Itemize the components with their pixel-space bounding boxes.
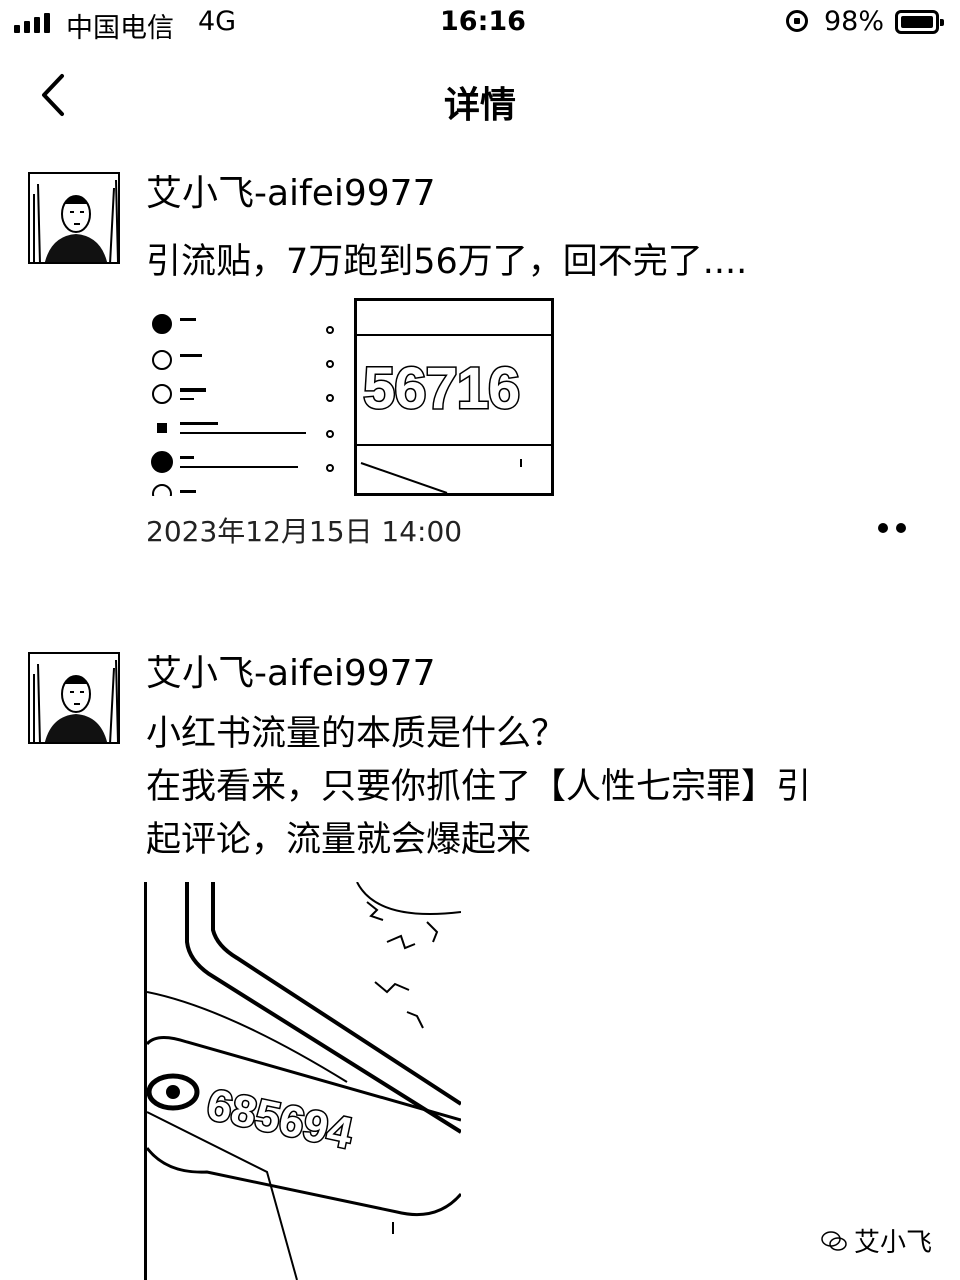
avatar[interactable]	[28, 172, 120, 264]
post-text-line: 起评论，流量就会爆起来	[146, 820, 532, 860]
battery-icon	[895, 10, 944, 34]
wechat-icon	[821, 1230, 847, 1251]
author-name[interactable]: 艾小飞-aifei9977	[146, 652, 436, 696]
rotation-lock-icon	[786, 10, 808, 32]
eye-icon	[147, 1073, 200, 1111]
more-icon[interactable]	[874, 518, 910, 538]
carrier-label: 中国电信	[66, 13, 174, 44]
post-timestamp: 2023年12月15日 14:00	[146, 515, 463, 548]
author-name[interactable]: 艾小飞-aifei9977	[146, 172, 436, 216]
post-text: 引流贴，7万跑到56万了，回不完了....	[146, 236, 916, 289]
post-image[interactable]: 685694	[144, 882, 461, 1280]
image-thumbnail-number[interactable]: 56716	[354, 298, 554, 496]
avatar[interactable]	[28, 652, 120, 744]
clock: 16:16	[440, 6, 526, 37]
nav-bar: 详情	[0, 48, 960, 148]
post-text-line: 引流贴，7万跑到56万了，回不完了....	[146, 242, 748, 282]
signal-icon	[14, 13, 50, 33]
post-text: 小红书流量的本质是什么？ 在我看来，只要你抓住了【人性七宗罪】引 起评论，流量就…	[146, 708, 916, 867]
status-bar: 中国电信 4G 16:16 98%	[0, 0, 960, 48]
post-text-line: 小红书流量的本质是什么？	[146, 714, 567, 754]
page-title: 详情	[443, 85, 516, 126]
watermark-text: 艾小飞	[854, 1228, 933, 1258]
watermark: 艾小飞	[820, 1222, 932, 1259]
view-count: 56716	[361, 355, 521, 423]
battery-percent: 98%	[824, 6, 885, 37]
post-text-line: 在我看来，只要你抓住了【人性七宗罪】引	[146, 767, 812, 807]
image-thumbnail-list[interactable]	[146, 300, 342, 496]
network-label: 4G	[198, 6, 237, 37]
